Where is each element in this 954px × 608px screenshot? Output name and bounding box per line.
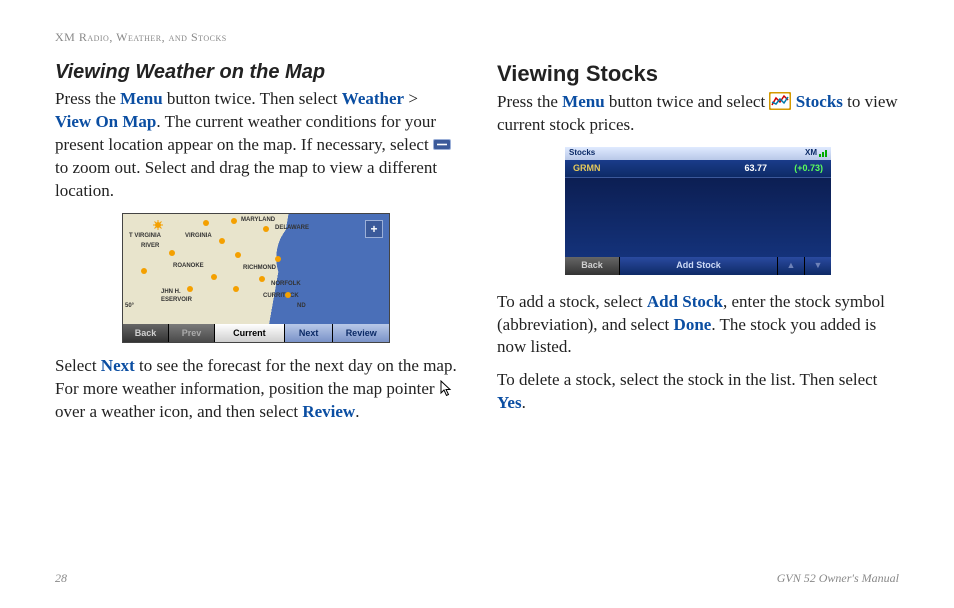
label-maryland: MARYLAND xyxy=(241,216,275,224)
signal-bars-icon xyxy=(819,149,827,157)
stocks-titlebar: Stocks XM xyxy=(565,147,831,160)
label-norfolk: NORFOLK xyxy=(271,280,301,288)
stocks-tab-back[interactable]: Back xyxy=(565,257,620,275)
text: Press the xyxy=(497,92,562,111)
zoom-out-icon xyxy=(433,139,451,150)
menu-label: Menu xyxy=(120,89,163,108)
label-roanoke: ROANOKE xyxy=(173,262,204,270)
label-fifty: 50° xyxy=(125,302,134,310)
manual-title: GVN 52 Owner's Manual xyxy=(777,571,899,586)
map-tab-next[interactable]: Next xyxy=(285,324,334,342)
weather-map-screenshot: T VIRGINIA RIVER VIRGINIA ROANOKE RICHMO… xyxy=(122,213,390,343)
stocks-screenshot: Stocks XM GRMN 63.77 (+0.73) xyxy=(565,147,831,275)
stocks-tab-down[interactable]: ▼ xyxy=(804,257,831,275)
xm-indicator: XM xyxy=(805,148,827,159)
label-wvirginia: T VIRGINIA xyxy=(129,232,161,240)
stocks-tab-add[interactable]: Add Stock xyxy=(620,257,778,275)
text: over a weather icon, and then select xyxy=(55,402,302,421)
label-currituck: CURRITUCK xyxy=(263,292,299,300)
map-tab-review[interactable]: Review xyxy=(333,324,389,342)
map-tab-back[interactable]: Back xyxy=(123,324,169,342)
heading-stocks: Viewing Stocks xyxy=(497,59,899,89)
page-header: XM Radio, Weather, and Stocks xyxy=(55,30,899,45)
label-river: RIVER xyxy=(141,242,159,250)
text: Press the xyxy=(55,89,120,108)
text: To delete a stock, select the stock in t… xyxy=(497,370,877,389)
text: To add a stock, select xyxy=(497,292,647,311)
label-virginia: VIRGINIA xyxy=(185,232,212,240)
stocks-tabs: Back Add Stock ▲ ▼ xyxy=(565,257,831,275)
next-label: Next xyxy=(101,356,135,375)
stocks-paragraph-3: To delete a stock, select the stock in t… xyxy=(497,369,899,415)
stock-symbol: GRMN xyxy=(573,162,717,174)
review-label: Review xyxy=(302,402,355,421)
page-number: 28 xyxy=(55,571,67,586)
menu-label: Menu xyxy=(562,92,605,111)
label-richmond: RICHMOND xyxy=(243,264,276,272)
stock-row[interactable]: GRMN 63.77 (+0.73) xyxy=(565,160,831,178)
text: button twice and select xyxy=(605,92,770,111)
stocks-icon xyxy=(769,92,791,110)
right-column: Viewing Stocks Press the Menu button twi… xyxy=(497,59,899,434)
view-on-map-label: View On Map xyxy=(55,112,156,131)
text: . xyxy=(522,393,526,412)
left-column: Viewing Weather on the Map Press the Men… xyxy=(55,59,457,434)
done-label: Done xyxy=(674,315,712,334)
map-tab-prev[interactable]: Prev xyxy=(169,324,215,342)
label-nd: ND xyxy=(297,302,306,310)
heading-weather-map: Viewing Weather on the Map xyxy=(55,59,457,86)
stocks-paragraph-1: Press the Menu button twice and select S… xyxy=(497,91,899,137)
map-tab-current[interactable]: Current xyxy=(215,324,285,342)
stocks-paragraph-2: To add a stock, select Add Stock, enter … xyxy=(497,291,899,360)
map-labels: T VIRGINIA RIVER VIRGINIA ROANOKE RICHMO… xyxy=(123,214,389,324)
yes-label: Yes xyxy=(497,393,522,412)
weather-paragraph-1: Press the Menu button twice. Then select… xyxy=(55,88,457,203)
label-reservoir: ESERVOIR xyxy=(161,296,192,304)
cursor-icon xyxy=(439,380,454,398)
stocks-tab-up[interactable]: ▲ xyxy=(778,257,804,275)
add-stock-label: Add Stock xyxy=(647,292,723,311)
text: to zoom out. Select and drag the map to … xyxy=(55,158,437,200)
label-delaware: DELAWARE xyxy=(275,224,309,232)
text: button twice. Then select xyxy=(163,89,342,108)
stocks-list: GRMN 63.77 (+0.73) xyxy=(565,160,831,257)
weather-paragraph-2: Select Next to see the forecast for the … xyxy=(55,355,457,424)
stocks-title-text: Stocks xyxy=(569,148,595,159)
stocks-label: Stocks xyxy=(796,92,843,111)
zoom-in-button[interactable]: + xyxy=(365,220,383,238)
map-tabs: Back Prev Current Next Review xyxy=(123,324,389,342)
text: Select xyxy=(55,356,101,375)
xm-label: XM xyxy=(805,148,817,159)
text: > xyxy=(404,89,418,108)
label-john: JHN H. xyxy=(161,288,181,296)
stock-price: 63.77 xyxy=(717,162,767,174)
weather-label: Weather xyxy=(342,89,404,108)
stock-change: (+0.73) xyxy=(767,162,823,174)
text: . xyxy=(355,402,359,421)
